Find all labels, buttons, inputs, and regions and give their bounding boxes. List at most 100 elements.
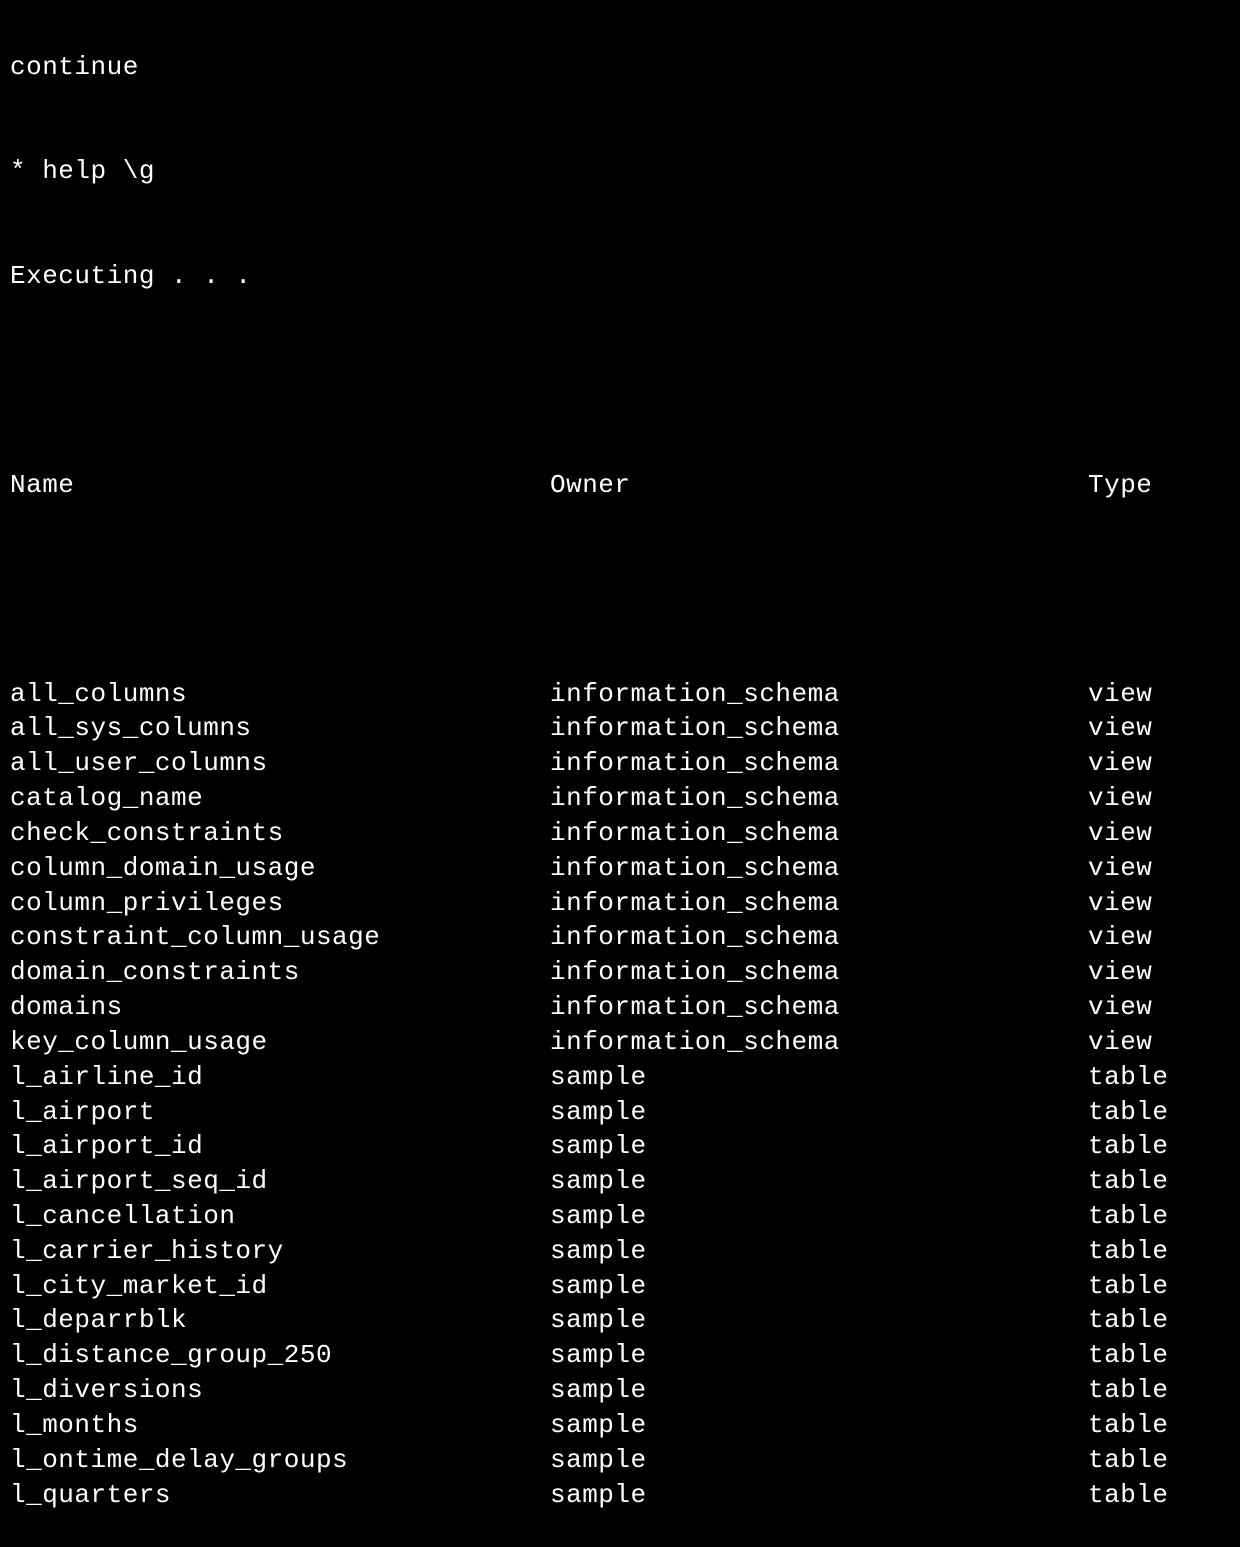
cell-type: table xyxy=(1088,1095,1230,1130)
table-row: l_quarterssampletable xyxy=(10,1478,1230,1513)
cell-type: view xyxy=(1088,920,1230,955)
cell-name: key_column_usage xyxy=(10,1025,550,1060)
table-row: l_distance_group_250sampletable xyxy=(10,1338,1230,1373)
cell-owner: sample xyxy=(550,1199,1088,1234)
cell-owner: information_schema xyxy=(550,955,1088,990)
cell-name: l_quarters xyxy=(10,1478,550,1513)
cell-name: l_airport_seq_id xyxy=(10,1164,550,1199)
cell-owner: sample xyxy=(550,1234,1088,1269)
table-row: all_sys_columnsinformation_schemaview xyxy=(10,711,1230,746)
cell-owner: sample xyxy=(550,1373,1088,1408)
cell-owner: information_schema xyxy=(550,886,1088,921)
cell-owner: information_schema xyxy=(550,677,1088,712)
cell-name: column_domain_usage xyxy=(10,851,550,886)
cell-name: all_columns xyxy=(10,677,550,712)
cell-owner: sample xyxy=(550,1443,1088,1478)
cell-owner: information_schema xyxy=(550,816,1088,851)
cell-type: view xyxy=(1088,1025,1230,1060)
cell-type: table xyxy=(1088,1373,1230,1408)
cell-name: l_airport_id xyxy=(10,1129,550,1164)
cell-type: table xyxy=(1088,1234,1230,1269)
cell-name: check_constraints xyxy=(10,816,550,851)
cell-name: l_carrier_history xyxy=(10,1234,550,1269)
cell-owner: sample xyxy=(550,1408,1088,1443)
cell-type: view xyxy=(1088,816,1230,851)
table-row: l_airport_idsampletable xyxy=(10,1129,1230,1164)
cell-owner: information_schema xyxy=(550,711,1088,746)
cell-owner: sample xyxy=(550,1338,1088,1373)
cell-type: table xyxy=(1088,1269,1230,1304)
blank-line xyxy=(10,363,1230,398)
table-row: all_user_columnsinformation_schemaview xyxy=(10,746,1230,781)
cell-type: table xyxy=(1088,1338,1230,1373)
cell-owner: sample xyxy=(550,1164,1088,1199)
terminal-output[interactable]: continue * help \g Executing . . . Name … xyxy=(10,0,1230,1547)
cell-name: l_months xyxy=(10,1408,550,1443)
help-command: * help \g xyxy=(10,154,1230,189)
table-row: l_city_market_idsampletable xyxy=(10,1269,1230,1304)
cell-owner: information_schema xyxy=(550,990,1088,1025)
table-row: l_ontime_delay_groupssampletable xyxy=(10,1443,1230,1478)
cell-name: l_ontime_delay_groups xyxy=(10,1443,550,1478)
header-owner: Owner xyxy=(550,468,1088,503)
cell-type: table xyxy=(1088,1408,1230,1443)
table-row: column_privilegesinformation_schemaview xyxy=(10,886,1230,921)
cell-owner: information_schema xyxy=(550,781,1088,816)
cell-owner: information_schema xyxy=(550,1025,1088,1060)
cell-type: view xyxy=(1088,746,1230,781)
table-row: l_airport_seq_idsampletable xyxy=(10,1164,1230,1199)
table-row: l_airline_idsampletable xyxy=(10,1060,1230,1095)
table-row: domain_constraintsinformation_schemaview xyxy=(10,955,1230,990)
cell-name: l_city_market_id xyxy=(10,1269,550,1304)
cell-owner: information_schema xyxy=(550,746,1088,781)
cell-type: table xyxy=(1088,1060,1230,1095)
cell-type: view xyxy=(1088,990,1230,1025)
table-row: l_cancellationsampletable xyxy=(10,1199,1230,1234)
cell-name: l_airport xyxy=(10,1095,550,1130)
table-row: l_diversionssampletable xyxy=(10,1373,1230,1408)
cell-type: view xyxy=(1088,781,1230,816)
cell-type: view xyxy=(1088,886,1230,921)
cell-name: column_privileges xyxy=(10,886,550,921)
table-row: all_columnsinformation_schemaview xyxy=(10,677,1230,712)
cell-name: l_cancellation xyxy=(10,1199,550,1234)
table-body: all_columnsinformation_schemaviewall_sys… xyxy=(10,677,1230,1513)
cell-name: l_distance_group_250 xyxy=(10,1338,550,1373)
cell-type: view xyxy=(1088,711,1230,746)
header-type: Type xyxy=(1088,468,1230,503)
cell-owner: sample xyxy=(550,1269,1088,1304)
executing-status: Executing . . . xyxy=(10,259,1230,294)
cell-name: l_airline_id xyxy=(10,1060,550,1095)
table-row: l_deparrblksampletable xyxy=(10,1303,1230,1338)
table-row: l_airportsampletable xyxy=(10,1095,1230,1130)
table-row: column_domain_usageinformation_schemavie… xyxy=(10,851,1230,886)
table-row: constraint_column_usageinformation_schem… xyxy=(10,920,1230,955)
cell-name: all_sys_columns xyxy=(10,711,550,746)
cell-name: all_user_columns xyxy=(10,746,550,781)
cell-name: domain_constraints xyxy=(10,955,550,990)
cell-owner: sample xyxy=(550,1478,1088,1513)
table-row: l_monthssampletable xyxy=(10,1408,1230,1443)
header-name: Name xyxy=(10,468,550,503)
cell-type: table xyxy=(1088,1129,1230,1164)
table-row: key_column_usageinformation_schemaview xyxy=(10,1025,1230,1060)
table-row: catalog_nameinformation_schemaview xyxy=(10,781,1230,816)
cell-type: table xyxy=(1088,1443,1230,1478)
cell-type: view xyxy=(1088,851,1230,886)
cell-type: table xyxy=(1088,1478,1230,1513)
cell-type: table xyxy=(1088,1164,1230,1199)
table-row: domainsinformation_schemaview xyxy=(10,990,1230,1025)
table-row: l_carrier_historysampletable xyxy=(10,1234,1230,1269)
cell-type: table xyxy=(1088,1303,1230,1338)
cell-owner: sample xyxy=(550,1060,1088,1095)
table-row: check_constraintsinformation_schemaview xyxy=(10,816,1230,851)
cell-owner: sample xyxy=(550,1129,1088,1164)
cell-owner: sample xyxy=(550,1095,1088,1130)
blank-line xyxy=(10,572,1230,607)
cell-type: view xyxy=(1088,677,1230,712)
cell-name: catalog_name xyxy=(10,781,550,816)
cell-name: domains xyxy=(10,990,550,1025)
partial-line: continue xyxy=(10,50,1230,85)
cell-name: constraint_column_usage xyxy=(10,920,550,955)
cell-name: l_deparrblk xyxy=(10,1303,550,1338)
